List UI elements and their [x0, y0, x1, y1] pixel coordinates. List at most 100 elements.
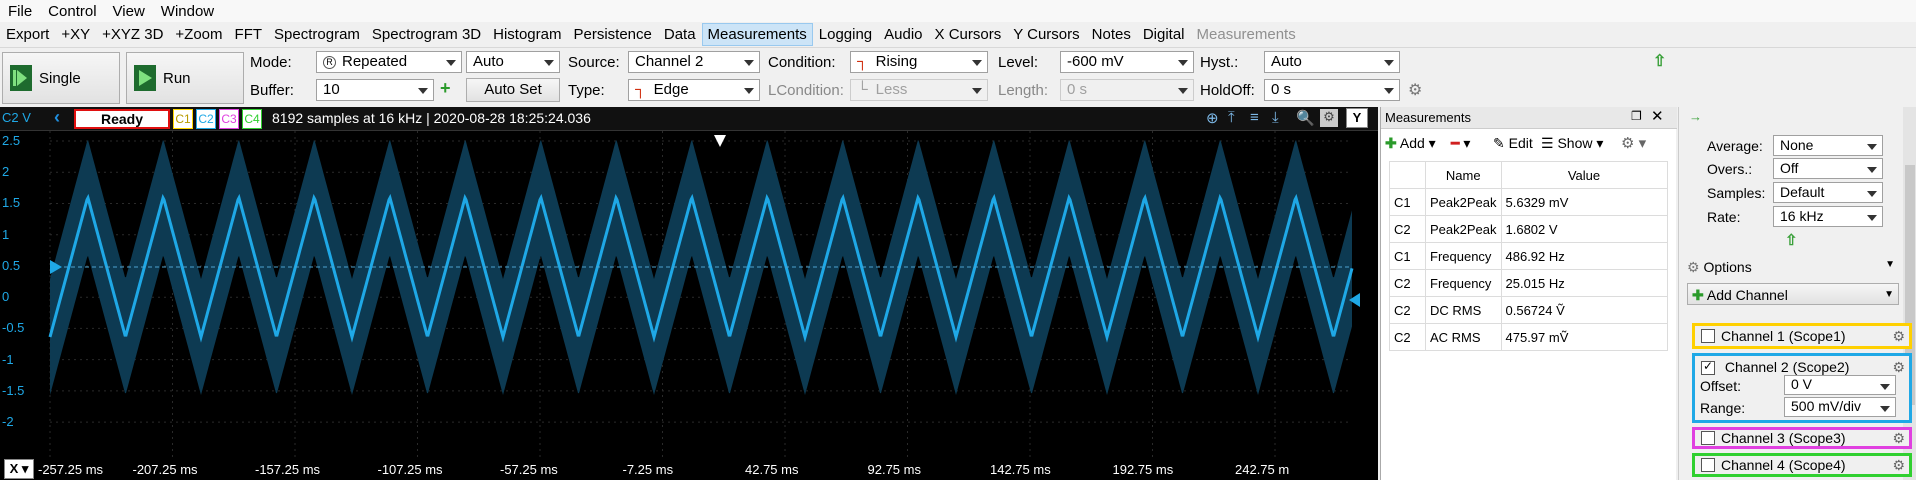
arrow-up-icon[interactable]: ⇧ — [1785, 231, 1798, 249]
options-expander[interactable]: ⚙ Options ▼ — [1687, 259, 1899, 279]
channel2-settings-icon[interactable]: ⚙ — [1892, 359, 1905, 376]
toolbar-ycursors[interactable]: Y Cursors — [1007, 26, 1085, 43]
measurement-row[interactable]: C1 Frequency 486.92 Hz — [1389, 242, 1668, 270]
single-button[interactable]: Single — [2, 52, 120, 104]
align-bottom-icon[interactable]: ⤓ — [1272, 109, 1279, 126]
scope-plot-svg — [48, 131, 1360, 457]
channel1-label: Channel 1 (Scope1) — [1721, 328, 1846, 344]
zoom-icon[interactable]: ⊕ — [1206, 109, 1219, 127]
auto-select[interactable]: Auto — [466, 51, 560, 73]
length-select[interactable]: 0 s — [1060, 79, 1194, 101]
menu-control[interactable]: Control — [40, 3, 104, 20]
measurement-row[interactable]: C1 Peak2Peak 5.6329 mV — [1389, 188, 1668, 216]
source-label: Source: — [568, 54, 620, 71]
condition-value: Rising — [875, 53, 918, 70]
side-scrollbar[interactable] — [1903, 107, 1916, 480]
holdoff-select[interactable]: 0 s — [1264, 79, 1400, 101]
toolbar-xcursors[interactable]: X Cursors — [929, 26, 1008, 43]
channel4-panel[interactable]: Channel 4 (Scope4) ⚙ — [1692, 453, 1912, 477]
edit-measurement-button[interactable]: ✎ Edit — [1493, 135, 1533, 152]
y-tick-label: 0 — [2, 289, 10, 305]
menu-view[interactable]: View — [105, 3, 153, 20]
lcondition-select[interactable]: └ Less — [850, 79, 988, 101]
menu-bar: File Control View Window — [0, 0, 1916, 22]
collapse-arrow-icon[interactable]: → — [1689, 109, 1702, 124]
toolbar-spectrogram[interactable]: Spectrogram — [268, 26, 366, 43]
channel3-toggle[interactable]: C3 — [219, 109, 239, 129]
toolbar-data[interactable]: Data — [658, 26, 702, 43]
range-select[interactable]: 500 mV/div — [1784, 397, 1896, 417]
toolbar-fft[interactable]: FFT — [229, 26, 269, 43]
toolbar-measurements[interactable]: Measurements — [701, 23, 813, 46]
close-icon[interactable]: ✕ — [1651, 107, 1664, 125]
repeat-icon: R — [323, 55, 336, 69]
menu-file[interactable]: File — [0, 3, 40, 20]
y-axis-button[interactable]: Y — [1346, 108, 1368, 128]
channel3-checkbox[interactable] — [1701, 431, 1715, 445]
toolbar-spectrogram3d[interactable]: Spectrogram 3D — [366, 26, 487, 43]
type-select[interactable]: ┐ Edge — [628, 79, 760, 101]
holdoff-gear-icon[interactable]: ⚙ — [1408, 80, 1422, 100]
samples-select[interactable]: Default — [1773, 182, 1883, 203]
add-measurement-button[interactable]: ✚ Add ▾ — [1385, 135, 1436, 152]
measurement-row[interactable]: C2 Frequency 25.015 Hz — [1389, 269, 1668, 297]
toolbar-digital[interactable]: Digital — [1137, 26, 1191, 43]
add-channel-button[interactable]: ✚ Add Channel ▼ — [1687, 283, 1899, 305]
x-axis-button[interactable]: X ▾ — [4, 459, 34, 479]
channel4-settings-icon[interactable]: ⚙ — [1892, 457, 1905, 474]
autoset-button[interactable]: Auto Set — [466, 78, 560, 102]
channel4-checkbox[interactable] — [1701, 458, 1715, 472]
channel1-settings-icon[interactable]: ⚙ — [1892, 328, 1905, 345]
menu-window[interactable]: Window — [153, 3, 222, 20]
toolbar-xy[interactable]: +XY — [55, 26, 96, 43]
buffer-spinbox[interactable]: 10 — [316, 79, 434, 101]
back-arrow-icon[interactable]: ‹ — [54, 107, 60, 128]
align-middle-icon[interactable]: ≡ — [1250, 109, 1259, 126]
toolbar-audio[interactable]: Audio — [878, 26, 928, 43]
measurement-row[interactable]: C2 AC RMS 475.97 mṼ — [1389, 323, 1668, 351]
channel1-panel[interactable]: Channel 1 (Scope1) ⚙ — [1692, 323, 1912, 349]
channel3-panel[interactable]: Channel 3 (Scope3) ⚙ — [1692, 427, 1912, 449]
source-select[interactable]: Channel 2 — [628, 51, 760, 73]
run-button[interactable]: Run — [126, 52, 244, 104]
toolbar-persistence[interactable]: Persistence — [567, 26, 657, 43]
mode-select[interactable]: R Repeated — [316, 51, 462, 73]
channel3-settings-icon[interactable]: ⚙ — [1892, 430, 1905, 447]
condition-select[interactable]: ┐ Rising — [850, 51, 988, 73]
magnify-icon[interactable]: 🔍 — [1296, 109, 1315, 127]
channel4-toggle[interactable]: C4 — [242, 109, 262, 129]
hyst-select[interactable]: Auto — [1264, 51, 1400, 73]
scope-plot[interactable]: 2.5 2 1.5 1 0.5 0 -0.5 -1 -1.5 -2 -257.25 ms -207.… — [0, 107, 1378, 480]
channel1-checkbox[interactable] — [1701, 329, 1715, 343]
trigger-position-marker[interactable] — [714, 135, 726, 147]
channel2-label: Channel 2 (Scope2) — [1724, 359, 1850, 375]
toolbar-measurements-tab[interactable]: Measurements — [1191, 26, 1302, 43]
measurement-name: Peak2Peak — [1425, 215, 1502, 243]
channel1-toggle[interactable]: C1 — [173, 109, 193, 129]
measurement-row[interactable]: C2 Peak2Peak 1.6802 V — [1389, 215, 1668, 243]
level-select[interactable]: -600 mV — [1060, 51, 1194, 73]
offset-select[interactable]: 0 V — [1784, 375, 1896, 395]
align-top-icon[interactable]: ⤒ — [1228, 109, 1235, 126]
y-tick-label: -1 — [2, 351, 14, 367]
toolbar-notes[interactable]: Notes — [1086, 26, 1137, 43]
measurement-row[interactable]: C2 DC RMS 0.56724 Ṽ — [1389, 296, 1668, 324]
toolbar-histogram[interactable]: Histogram — [487, 26, 567, 43]
remove-measurement-button[interactable]: ━ ▾ — [1451, 135, 1470, 152]
toolbar-logging[interactable]: Logging — [813, 26, 878, 43]
show-menu-button[interactable]: ☰ Show ▾ — [1541, 135, 1603, 152]
arrow-up-icon[interactable]: ⇧ — [1653, 51, 1666, 71]
overs-select[interactable]: Off — [1773, 158, 1883, 179]
toolbar-xyz3d[interactable]: +XYZ 3D — [96, 26, 169, 43]
toolbar-export[interactable]: Export — [0, 26, 55, 43]
average-select[interactable]: None — [1773, 135, 1883, 156]
channel2-toggle[interactable]: C2 — [196, 109, 216, 129]
toolbar-zoom[interactable]: +Zoom — [169, 26, 228, 43]
add-buffer-icon[interactable]: + — [440, 78, 451, 99]
measurement-settings-icon[interactable]: ⚙ ▾ — [1621, 134, 1646, 152]
rate-select[interactable]: 16 kHz — [1773, 206, 1883, 227]
x-tick-label: 192.75 ms — [1112, 462, 1174, 477]
float-icon[interactable]: ❐ — [1631, 109, 1642, 123]
scope-settings-icon[interactable]: ⚙ — [1320, 109, 1338, 127]
channel2-checkbox[interactable]: ✓ — [1701, 359, 1715, 376]
